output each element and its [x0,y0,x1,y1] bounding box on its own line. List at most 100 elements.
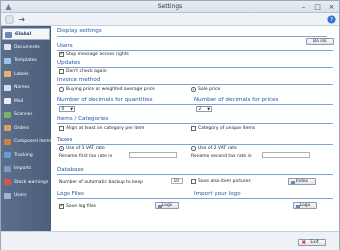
labels-icon [4,71,11,77]
back-icon[interactable] [5,15,14,24]
sale-price-label: Sale price [198,86,221,92]
tracking-icon [4,152,11,158]
rename-second-tax-label: Rename second tax rate in [191,153,252,159]
stock-warnings-icon [4,179,11,185]
stop-message-label: Stop message access rights [66,51,129,57]
sidebar-item-users[interactable]: Users [2,190,50,202]
logo-button[interactable]: Logo [293,202,317,209]
sale-price-radio[interactable] [191,87,196,92]
sidebar-item-labels[interactable]: Labels [2,69,50,81]
maximize-button[interactable]: □ [311,2,324,12]
toolbar: ? [1,13,339,26]
index-button[interactable]: Index [288,178,316,185]
sidebar-item-composed-items[interactable]: Composed items [2,136,52,148]
title-bar: Settings – □ × [1,1,339,13]
sidebar-item-label: Templates [14,58,37,64]
documents-icon [4,44,11,50]
sidebar-item-stock-warnings[interactable]: Stock warnings [2,177,50,189]
logo-button-label: Logo [299,203,311,208]
users-icon [4,192,11,199]
unique-items-label: Category of unique items [198,125,256,131]
sidebar-item-tracking[interactable]: Tracking [2,150,50,162]
save-log-files-checkbox[interactable] [59,203,64,209]
window-title: Settings [157,3,183,10]
decimals-prices-label: Number of decimals for prices [194,97,279,103]
users-section-title: Users [57,43,73,49]
backup-count-input[interactable]: 10 [171,178,183,184]
save-pictures-checkbox[interactable] [191,179,196,184]
logs-button-label: Logs [161,203,173,208]
sidebar-item-imports[interactable]: Imports [2,163,50,175]
sidebar-item-label: Tracking [14,152,33,158]
invoice-method-title: Invoice method [57,77,101,83]
sidebar-item-scanner[interactable]: Scanner [2,109,50,121]
sidebar-item-label: Labels [14,71,29,77]
svg-text:?: ? [330,17,333,24]
sidebar-item-orders[interactable]: Orders [2,123,50,135]
sidebar-item-global[interactable]: Global [2,28,50,40]
sidebar-item-label: Users [14,193,27,199]
imports-icon [4,165,11,172]
exit-button[interactable]: ✖ Exit [298,239,326,246]
forward-arrow-icon[interactable] [17,15,26,24]
composed-items-icon [4,138,11,145]
decimals-quantities-select[interactable]: 0 ▼ [59,106,75,112]
display-settings-title: Display settings [57,28,102,34]
decimals-quantities-label: Number of decimals for quantities [57,97,153,103]
sidebar-item-label: Global [15,32,32,38]
logs-icon [158,204,162,208]
sidebar-item-label: Scanner [14,112,33,118]
sidebar-item-mail[interactable]: Mail [2,96,50,108]
vat-2-radio[interactable] [191,146,196,151]
decimals-prices-value: 2 [198,107,202,112]
divider [57,198,333,199]
rename-first-tax-input[interactable] [129,152,177,158]
logs-button[interactable]: Logs [155,202,179,209]
sidebar-item-label: Stock warnings [14,179,49,185]
sidebar-item-documents[interactable]: Documents [2,42,50,54]
vat-2-label: Use of 2 VAT rate [198,145,237,151]
divider [57,123,333,124]
decimals-quantities-value: 0 [61,107,65,112]
index-icon [291,180,295,184]
dont-check-again-checkbox[interactable] [59,69,64,74]
index-button-label: Index [295,179,309,184]
dont-check-again-label: Don't check again [66,68,107,74]
minimize-button[interactable]: – [297,2,310,12]
sidebar-item-label: Mail [14,98,24,104]
logs-files-title: Logs Files [57,191,84,197]
save-log-files-label: Save log files [66,203,96,209]
orders-icon [4,125,11,131]
sidebar-item-names[interactable]: Names [2,82,50,94]
database-section-title: Database [57,167,84,173]
import-logo-title: Import your logo [194,191,241,197]
save-pictures-label: Save also item pictures [198,178,251,184]
stop-message-checkbox[interactable] [59,51,64,57]
status-bar: ✖ Exit [1,231,339,250]
rename-second-tax-input[interactable] [262,152,310,158]
settings-content: Display settings Ba ink Users Stop messa… [51,26,339,231]
exit-button-label: Exit [310,240,319,245]
items-categories-title: Items / Categories [57,116,109,122]
chevron-down-icon: ▼ [207,107,210,111]
decimals-prices-select[interactable]: 2 ▼ [196,106,212,112]
align-category-checkbox[interactable] [59,126,64,131]
close-button[interactable]: × [325,2,338,12]
divider [57,36,327,37]
buying-price-label: Buying price or weighted average price [66,86,155,92]
display-ok-button[interactable]: Ba ink [306,38,334,45]
divider [57,174,333,175]
sidebar-item-templates[interactable]: Templates [2,55,50,67]
sidebar-item-label: Documents [14,44,40,50]
buying-price-radio[interactable] [59,87,64,92]
vat-1-label: Use of 1 VAT rate [66,145,105,151]
templates-icon [4,57,11,64]
mail-icon [4,98,11,104]
sidebar-item-label: Names [14,85,30,91]
sidebar-item-label: Imports [14,166,32,172]
align-category-label: Align at least on category per item [66,125,145,131]
logo-icon [296,204,300,208]
help-icon[interactable]: ? [327,15,336,24]
vat-1-radio[interactable] [59,146,64,151]
unique-items-checkbox[interactable] [191,126,196,131]
